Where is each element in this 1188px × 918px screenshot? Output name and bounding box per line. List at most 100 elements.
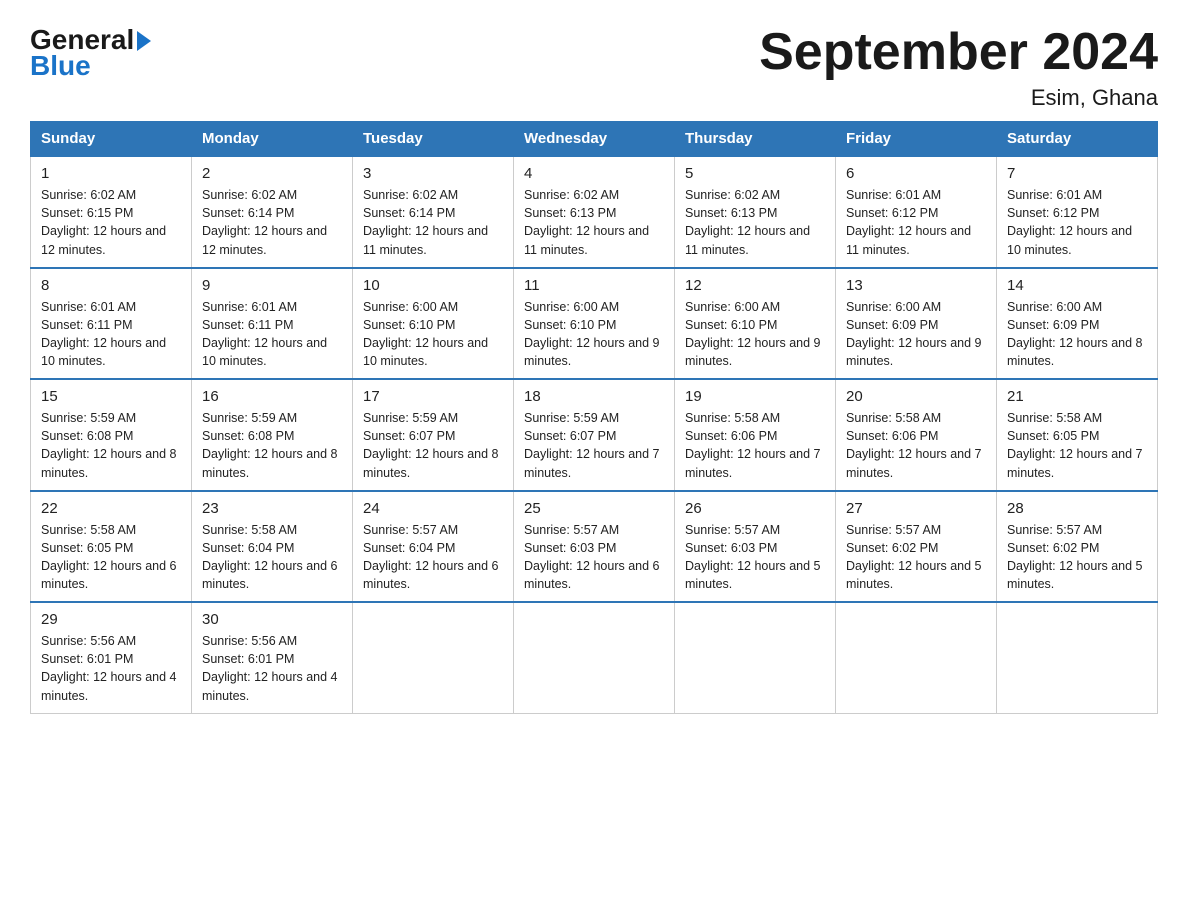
day-number: 10	[363, 277, 503, 294]
day-number: 17	[363, 388, 503, 405]
day-info: Sunrise: 6:02 AMSunset: 6:13 PMDaylight:…	[524, 186, 664, 259]
weekday-header-thursday: Thursday	[675, 122, 836, 157]
calendar-cell: 15 Sunrise: 5:59 AMSunset: 6:08 PMDayligh…	[31, 379, 192, 491]
calendar-cell	[836, 602, 997, 713]
calendar-cell	[997, 602, 1158, 713]
calendar-cell: 19 Sunrise: 5:58 AMSunset: 6:06 PMDayligh…	[675, 379, 836, 491]
calendar-cell: 8 Sunrise: 6:01 AMSunset: 6:11 PMDaylight…	[31, 268, 192, 380]
day-info: Sunrise: 6:02 AMSunset: 6:15 PMDaylight:…	[41, 186, 181, 259]
day-number: 14	[1007, 277, 1147, 294]
day-number: 8	[41, 277, 181, 294]
calendar-cell: 6 Sunrise: 6:01 AMSunset: 6:12 PMDaylight…	[836, 156, 997, 268]
calendar-cell: 4 Sunrise: 6:02 AMSunset: 6:13 PMDaylight…	[514, 156, 675, 268]
calendar-cell: 11Sunrise: 6:00 AMSunset: 6:10 PMDayligh…	[514, 268, 675, 380]
day-info: Sunrise: 6:02 AMSunset: 6:14 PMDaylight:…	[202, 186, 342, 259]
calendar-cell	[353, 602, 514, 713]
day-info: Sunrise: 5:58 AMSunset: 6:06 PMDaylight:…	[846, 409, 986, 482]
calendar-cell: 18 Sunrise: 5:59 AMSunset: 6:07 PMDayligh…	[514, 379, 675, 491]
day-info: Sunrise: 6:02 AMSunset: 6:14 PMDaylight:…	[363, 186, 503, 259]
day-info: Sunrise: 6:00 AMSunset: 6:09 PMDaylight:…	[1007, 298, 1147, 371]
day-info: Sunrise: 5:56 AMSunset: 6:01 PMDaylight:…	[41, 632, 181, 705]
calendar-cell: 3 Sunrise: 6:02 AMSunset: 6:14 PMDaylight…	[353, 156, 514, 268]
day-number: 11	[524, 277, 664, 294]
calendar-cell: 12Sunrise: 6:00 AMSunset: 6:10 PMDayligh…	[675, 268, 836, 380]
day-info: Sunrise: 5:57 AMSunset: 6:02 PMDaylight:…	[1007, 521, 1147, 594]
calendar-cell: 17 Sunrise: 5:59 AMSunset: 6:07 PMDayligh…	[353, 379, 514, 491]
weekday-header-wednesday: Wednesday	[514, 122, 675, 157]
logo-arrow-icon	[137, 31, 151, 51]
day-number: 24	[363, 500, 503, 517]
day-number: 27	[846, 500, 986, 517]
calendar-cell: 14 Sunrise: 6:00 AMSunset: 6:09 PMDayligh…	[997, 268, 1158, 380]
calendar-cell: 1 Sunrise: 6:02 AMSunset: 6:15 PMDaylight…	[31, 156, 192, 268]
calendar-cell: 16 Sunrise: 5:59 AMSunset: 6:08 PMDayligh…	[192, 379, 353, 491]
calendar-table: SundayMondayTuesdayWednesdayThursdayFrid…	[30, 121, 1158, 714]
calendar-header: September 2024 Esim, Ghana	[759, 24, 1158, 111]
day-number: 12	[685, 277, 825, 294]
calendar-cell: 9Sunrise: 6:01 AMSunset: 6:11 PMDaylight…	[192, 268, 353, 380]
day-info: Sunrise: 6:02 AMSunset: 6:13 PMDaylight:…	[685, 186, 825, 259]
day-info: Sunrise: 5:58 AMSunset: 6:05 PMDaylight:…	[41, 521, 181, 594]
weekday-header-friday: Friday	[836, 122, 997, 157]
calendar-cell: 21 Sunrise: 5:58 AMSunset: 6:05 PMDayligh…	[997, 379, 1158, 491]
day-info: Sunrise: 5:57 AMSunset: 6:03 PMDaylight:…	[685, 521, 825, 594]
day-info: Sunrise: 5:59 AMSunset: 6:08 PMDaylight:…	[41, 409, 181, 482]
day-number: 6	[846, 165, 986, 182]
calendar-cell: 23 Sunrise: 5:58 AMSunset: 6:04 PMDayligh…	[192, 491, 353, 603]
day-info: Sunrise: 5:57 AMSunset: 6:03 PMDaylight:…	[524, 521, 664, 594]
day-number: 23	[202, 500, 342, 517]
calendar-cell: 27 Sunrise: 5:57 AMSunset: 6:02 PMDayligh…	[836, 491, 997, 603]
day-number: 16	[202, 388, 342, 405]
day-number: 28	[1007, 500, 1147, 517]
day-number: 20	[846, 388, 986, 405]
day-info: Sunrise: 5:58 AMSunset: 6:04 PMDaylight:…	[202, 521, 342, 594]
day-number: 4	[524, 165, 664, 182]
day-info: Sunrise: 6:01 AMSunset: 6:11 PMDaylight:…	[41, 298, 181, 371]
day-number: 22	[41, 500, 181, 517]
day-number: 9	[202, 277, 342, 294]
calendar-week-row: 29Sunrise: 5:56 AMSunset: 6:01 PMDayligh…	[31, 602, 1158, 713]
calendar-cell: 30 Sunrise: 5:56 AMSunset: 6:01 PMDayligh…	[192, 602, 353, 713]
calendar-cell: 29Sunrise: 5:56 AMSunset: 6:01 PMDayligh…	[31, 602, 192, 713]
day-number: 1	[41, 165, 181, 182]
calendar-cell: 20 Sunrise: 5:58 AMSunset: 6:06 PMDayligh…	[836, 379, 997, 491]
day-number: 13	[846, 277, 986, 294]
day-info: Sunrise: 5:58 AMSunset: 6:05 PMDaylight:…	[1007, 409, 1147, 482]
calendar-cell: 13 Sunrise: 6:00 AMSunset: 6:09 PMDayligh…	[836, 268, 997, 380]
calendar-cell	[675, 602, 836, 713]
weekday-header-saturday: Saturday	[997, 122, 1158, 157]
page-header: General Blue September 2024 Esim, Ghana	[30, 24, 1158, 111]
calendar-cell: 26 Sunrise: 5:57 AMSunset: 6:03 PMDayligh…	[675, 491, 836, 603]
day-info: Sunrise: 5:56 AMSunset: 6:01 PMDaylight:…	[202, 632, 342, 705]
weekday-header-tuesday: Tuesday	[353, 122, 514, 157]
day-info: Sunrise: 6:00 AMSunset: 6:09 PMDaylight:…	[846, 298, 986, 371]
day-info: Sunrise: 5:59 AMSunset: 6:07 PMDaylight:…	[363, 409, 503, 482]
day-number: 21	[1007, 388, 1147, 405]
calendar-cell: 2 Sunrise: 6:02 AMSunset: 6:14 PMDaylight…	[192, 156, 353, 268]
day-number: 19	[685, 388, 825, 405]
calendar-cell: 5Sunrise: 6:02 AMSunset: 6:13 PMDaylight…	[675, 156, 836, 268]
calendar-week-row: 1 Sunrise: 6:02 AMSunset: 6:15 PMDaylight…	[31, 156, 1158, 268]
weekday-header-monday: Monday	[192, 122, 353, 157]
day-info: Sunrise: 5:57 AMSunset: 6:04 PMDaylight:…	[363, 521, 503, 594]
day-number: 2	[202, 165, 342, 182]
day-number: 15	[41, 388, 181, 405]
day-number: 18	[524, 388, 664, 405]
day-number: 3	[363, 165, 503, 182]
weekday-header-sunday: Sunday	[31, 122, 192, 157]
day-info: Sunrise: 5:58 AMSunset: 6:06 PMDaylight:…	[685, 409, 825, 482]
day-info: Sunrise: 5:59 AMSunset: 6:08 PMDaylight:…	[202, 409, 342, 482]
weekday-header-row: SundayMondayTuesdayWednesdayThursdayFrid…	[31, 122, 1158, 157]
calendar-cell: 25Sunrise: 5:57 AMSunset: 6:03 PMDayligh…	[514, 491, 675, 603]
calendar-week-row: 22 Sunrise: 5:58 AMSunset: 6:05 PMDayligh…	[31, 491, 1158, 603]
day-info: Sunrise: 5:59 AMSunset: 6:07 PMDaylight:…	[524, 409, 664, 482]
calendar-cell: 24 Sunrise: 5:57 AMSunset: 6:04 PMDayligh…	[353, 491, 514, 603]
calendar-cell	[514, 602, 675, 713]
calendar-cell: 7Sunrise: 6:01 AMSunset: 6:12 PMDaylight…	[997, 156, 1158, 268]
calendar-cell: 22 Sunrise: 5:58 AMSunset: 6:05 PMDayligh…	[31, 491, 192, 603]
day-number: 26	[685, 500, 825, 517]
day-info: Sunrise: 6:01 AMSunset: 6:12 PMDaylight:…	[846, 186, 986, 259]
day-number: 30	[202, 611, 342, 628]
day-info: Sunrise: 5:57 AMSunset: 6:02 PMDaylight:…	[846, 521, 986, 594]
calendar-week-row: 8 Sunrise: 6:01 AMSunset: 6:11 PMDaylight…	[31, 268, 1158, 380]
